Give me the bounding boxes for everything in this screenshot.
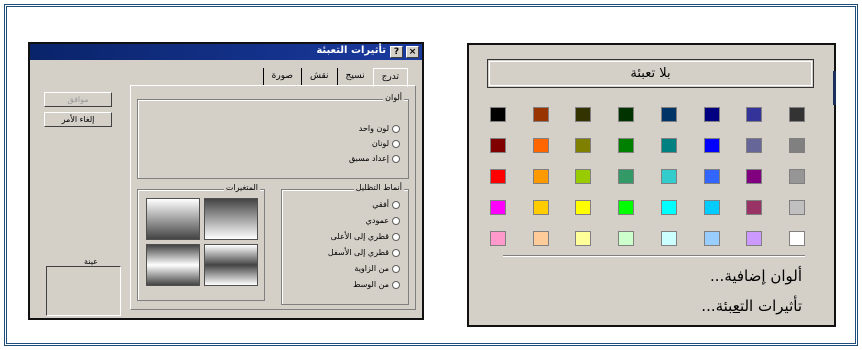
radio-icon <box>392 200 400 209</box>
color-swatch[interactable] <box>575 169 591 184</box>
preview-box <box>46 266 121 316</box>
radio-icon <box>392 216 400 225</box>
color-swatch[interactable] <box>618 107 634 122</box>
color-swatch[interactable] <box>704 200 720 215</box>
color-swatch[interactable] <box>490 169 506 184</box>
radio-from-center[interactable]: من الوسط <box>353 280 400 289</box>
menu-separator <box>503 255 805 257</box>
radio-horizontal[interactable]: أفقي <box>372 200 400 209</box>
radio-icon <box>392 264 400 273</box>
color-swatch[interactable] <box>661 231 677 246</box>
variants-group-title: المتغيرات <box>223 183 260 192</box>
color-swatch[interactable] <box>533 169 549 184</box>
dialog-tabs: تدرج نسيج نقش صورة <box>262 68 408 87</box>
color-swatch[interactable] <box>661 169 677 184</box>
radio-vertical[interactable]: عمودي <box>366 216 400 225</box>
color-swatch[interactable] <box>618 138 634 153</box>
color-swatch[interactable] <box>575 138 591 153</box>
color-swatch[interactable] <box>704 169 720 184</box>
color-swatch[interactable] <box>661 138 677 153</box>
color-swatch[interactable] <box>533 138 549 153</box>
colors-group-title: ألوان <box>383 93 404 102</box>
color-swatch[interactable] <box>789 169 805 184</box>
radio-icon <box>392 124 400 133</box>
fill-color-palette: بلا تعبئة ألوان إضافية... تأثيرات التعبئ… <box>467 43 836 327</box>
color-swatch[interactable] <box>746 169 762 184</box>
variant-4[interactable] <box>204 244 258 286</box>
radio-preset[interactable]: إعداد مسبق <box>349 154 400 163</box>
color-swatch[interactable] <box>661 200 677 215</box>
radio-diagonal-down[interactable]: قطري إلى الأسفل <box>328 248 400 257</box>
variant-1[interactable] <box>146 198 200 240</box>
variant-3[interactable] <box>146 244 200 286</box>
tab-picture[interactable]: صورة <box>262 68 301 86</box>
color-swatch[interactable] <box>575 231 591 246</box>
radio-icon <box>392 139 400 148</box>
color-swatch[interactable] <box>575 200 591 215</box>
dialog-titlebar: تأثيرات التعبئة ? × <box>30 44 422 60</box>
color-swatch[interactable] <box>618 231 634 246</box>
cancel-button[interactable]: إلغاء الأمر <box>44 112 112 127</box>
color-swatch[interactable] <box>618 169 634 184</box>
color-swatch[interactable] <box>575 107 591 122</box>
color-swatch[interactable] <box>704 231 720 246</box>
variant-2[interactable] <box>204 198 258 240</box>
fill-effects-item[interactable]: تأثيرات التعبئة... <box>701 297 802 315</box>
color-swatch[interactable] <box>618 200 634 215</box>
more-colors-item[interactable]: ألوان إضافية... <box>710 267 802 285</box>
dialog-title: تأثيرات التعبئة <box>316 45 386 56</box>
variants-grid <box>146 198 258 286</box>
color-swatch[interactable] <box>746 200 762 215</box>
color-swatch[interactable] <box>490 231 506 246</box>
color-swatch[interactable] <box>490 138 506 153</box>
preview-label: عينة <box>84 257 98 266</box>
radio-icon <box>392 248 400 257</box>
color-swatch[interactable] <box>746 138 762 153</box>
shading-group-title: أنماط التظليل <box>353 183 404 192</box>
color-swatch[interactable] <box>490 200 506 215</box>
color-swatch[interactable] <box>533 231 549 246</box>
tab-pattern[interactable]: نقش <box>301 68 337 86</box>
fill-effects-dialog: تأثيرات التعبئة ? × تدرج نسيج نقش صورة م… <box>28 42 424 320</box>
radio-diagonal-up[interactable]: قطري إلى الأعلى <box>331 232 400 241</box>
radio-two-colors[interactable]: لونان <box>372 139 400 148</box>
color-swatch[interactable] <box>789 107 805 122</box>
help-button[interactable]: ? <box>390 46 403 58</box>
close-button[interactable]: × <box>406 46 419 58</box>
color-swatch[interactable] <box>789 200 805 215</box>
colors-group: ألوان لون واحد لونان إعداد مسبق <box>137 93 409 179</box>
ok-button[interactable]: موافق <box>44 92 112 107</box>
color-swatch[interactable] <box>789 231 805 246</box>
color-swatch[interactable] <box>661 107 677 122</box>
color-swatch[interactable] <box>789 138 805 153</box>
color-swatch[interactable] <box>746 231 762 246</box>
window-edge <box>833 71 836 105</box>
tab-texture[interactable]: نسيج <box>336 68 373 86</box>
color-swatch[interactable] <box>533 200 549 215</box>
color-swatch[interactable] <box>746 107 762 122</box>
radio-from-corner[interactable]: من الزاوية <box>354 264 400 273</box>
no-fill-button[interactable]: بلا تعبئة <box>487 59 814 88</box>
radio-icon <box>392 280 400 289</box>
radio-one-color[interactable]: لون واحد <box>359 124 400 133</box>
radio-icon <box>392 232 400 241</box>
color-swatch[interactable] <box>533 107 549 122</box>
radio-icon <box>392 154 400 163</box>
shading-styles-group: أنماط التظليل أفقي عمودي قطري إلى الأعلى… <box>281 183 409 305</box>
variants-group: المتغيرات <box>137 183 265 301</box>
color-swatch[interactable] <box>490 107 506 122</box>
gradient-tab-panel: ألوان لون واحد لونان إعداد مسبق أنماط ال… <box>130 85 416 310</box>
color-swatch[interactable] <box>704 107 720 122</box>
color-swatch[interactable] <box>704 138 720 153</box>
